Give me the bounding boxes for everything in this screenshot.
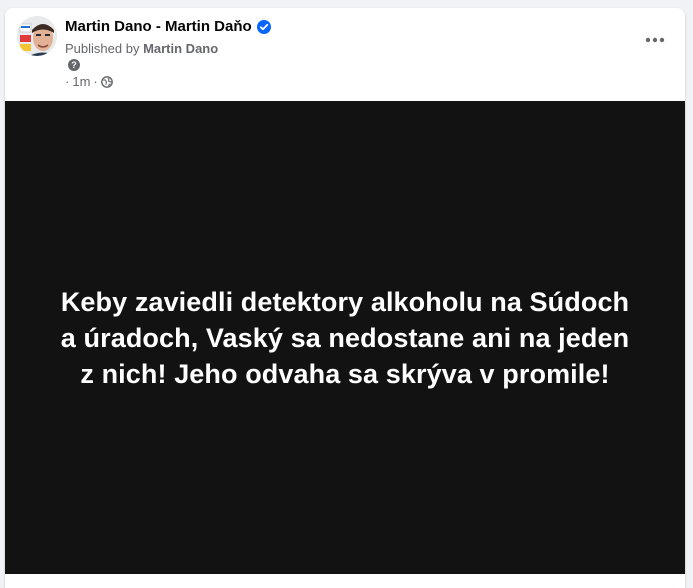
- more-dots-icon: [645, 37, 665, 43]
- verified-badge-icon: [256, 19, 271, 34]
- post-image-text-line: Keby zaviedli detektory alkoholu na Súdo…: [60, 286, 630, 317]
- author-name[interactable]: Martin Dano - Martin Daňo: [65, 18, 252, 35]
- svg-text:?: ?: [71, 60, 77, 70]
- post-card: Martin Dano - Martin Daňo Published by M…: [5, 8, 685, 588]
- published-by-name[interactable]: Martin Dano: [143, 41, 218, 56]
- globe-icon[interactable]: [100, 75, 113, 88]
- post-header: Martin Dano - Martin Daňo Published by M…: [5, 8, 685, 101]
- published-by-label: Published by: [65, 41, 144, 56]
- post-image[interactable]: Keby zaviedli detektory alkoholu na Súdo…: [5, 101, 685, 574]
- author-avatar[interactable]: [17, 16, 57, 56]
- post-image-text: Keby zaviedli detektory alkoholu na Súdo…: [25, 284, 665, 392]
- post-meta: · 1m ·: [65, 74, 113, 89]
- avatar-image: [17, 16, 57, 56]
- question-mark-icon[interactable]: ?: [68, 58, 80, 71]
- author-line: Martin Dano - Martin Daňo: [65, 18, 271, 35]
- post-image-text-line: z nich! Jeho odvaha sa skrýva v promile!: [80, 358, 610, 389]
- post-time[interactable]: 1m: [72, 74, 90, 89]
- meta-separator: ·: [93, 74, 98, 89]
- post-image-text-line: a úradoch, Vaský sa nedostane ani na jed…: [60, 322, 630, 353]
- published-by: Published by Martin Dano: [65, 41, 218, 56]
- more-options-button[interactable]: [637, 22, 673, 58]
- meta-separator: ·: [65, 74, 70, 89]
